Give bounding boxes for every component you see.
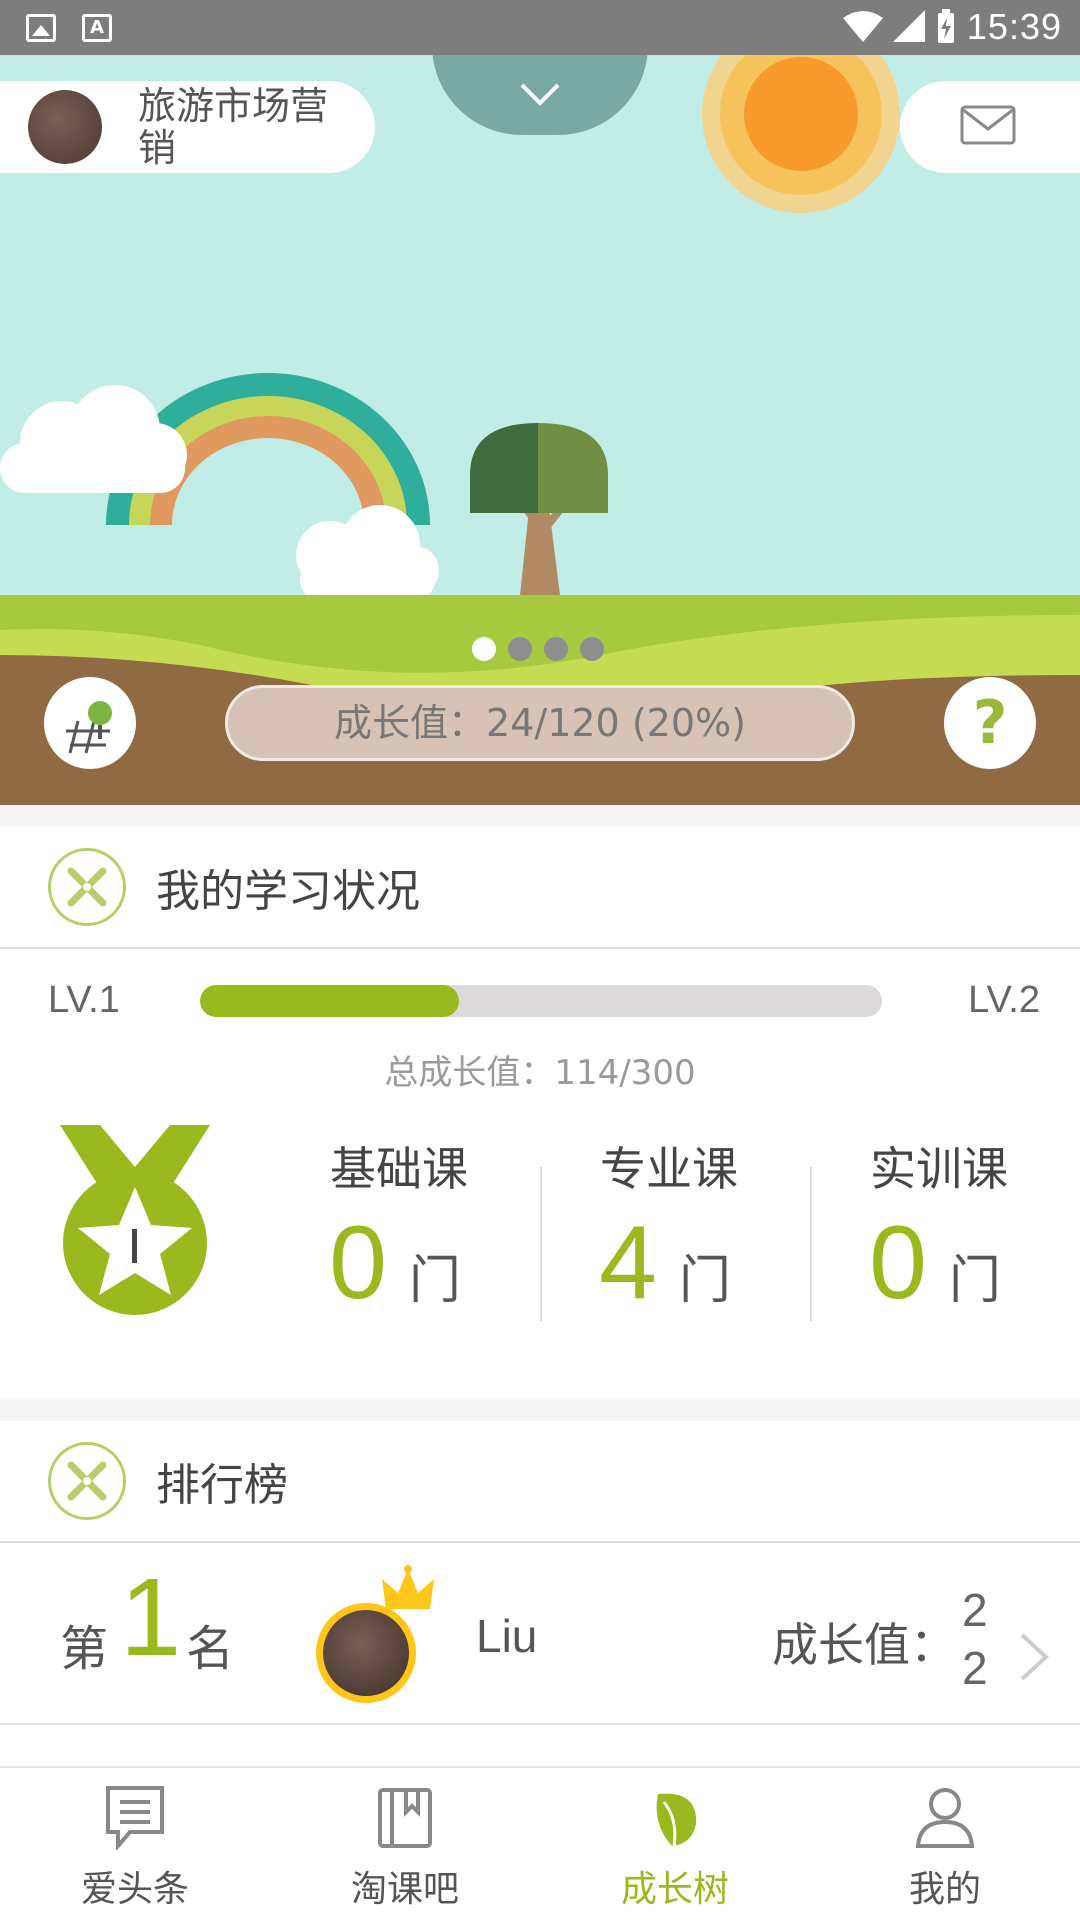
current-level: LV.1 (48, 979, 120, 1021)
person-icon (915, 1788, 975, 1848)
learning-status-card: 我的学习状况 LV.1 LV.2 总成长值：114/300 基础课 0门 专业课… (0, 827, 1080, 1399)
ranker-name: Liu (476, 1610, 538, 1662)
battery-icon (937, 9, 954, 43)
rank-suffix: 名 (186, 1621, 235, 1677)
user-avatar[interactable] (28, 90, 102, 164)
course-type-label: 基础课 (330, 1142, 468, 1196)
user-profile-pill[interactable]: 旅游市场营销 (0, 81, 375, 173)
level-progress-fill (200, 985, 460, 1017)
book-icon (378, 1788, 432, 1848)
section-title: 我的学习状况 (156, 866, 420, 917)
growth-tree-scene: 旅游市场营销 成长值：24/120 (20%) ? (0, 55, 1080, 805)
course-unit: 门 (948, 1251, 1001, 1311)
tab-news[interactable]: 爱头条 (0, 1768, 270, 1920)
section-header: 我的学习状况 (0, 827, 1080, 949)
course-name: 旅游市场营销 (138, 85, 329, 169)
score-value: 22 (962, 1584, 988, 1694)
course-stat-training[interactable]: 实训课 0门 (810, 1133, 1080, 1321)
chevron-right-icon (1020, 1633, 1049, 1681)
level-progress-bar (200, 985, 882, 1017)
crown-icon (382, 1565, 434, 1609)
tab-label: 爱头条 (80, 1869, 189, 1910)
clock: 15:39 (966, 6, 1062, 47)
carousel-dot[interactable] (472, 637, 496, 661)
ranker-avatar (316, 1603, 416, 1703)
total-growth: 总成长值：114/300 (384, 1053, 696, 1093)
tab-label: 我的 (908, 1869, 981, 1910)
status-bar: A 15:39 (0, 0, 1080, 55)
font-notification-icon: A (82, 14, 112, 42)
carousel-dot[interactable] (508, 637, 532, 661)
mail-icon (960, 105, 1016, 145)
tab-profile[interactable]: 我的 (810, 1768, 1080, 1920)
course-stat-basic[interactable]: 基础课 0门 (270, 1133, 540, 1315)
chevron-down-icon (520, 83, 560, 106)
rank-number: 1 (120, 1556, 182, 1679)
news-icon (106, 1786, 164, 1850)
course-type-label: 专业课 (600, 1142, 738, 1196)
tab-courses[interactable]: 淘课吧 (270, 1768, 540, 1920)
signal-icon (892, 10, 925, 42)
section-header: 排行榜 (0, 1421, 1080, 1543)
course-unit: 门 (678, 1251, 731, 1311)
help-button[interactable]: ? (944, 677, 1036, 769)
carousel-dot[interactable] (544, 637, 568, 661)
tree-map-button[interactable] (44, 677, 136, 769)
tab-label: 成长树 (620, 1869, 729, 1910)
image-notification-icon (26, 14, 56, 42)
ranking-card: 排行榜 第 1 名 Liu 成长值： 22 (0, 1421, 1080, 1767)
course-count: 0 (869, 1205, 927, 1321)
tab-label: 淘课吧 (350, 1869, 459, 1910)
carousel-dot[interactable] (580, 637, 604, 661)
leaf-icon (656, 1793, 697, 1847)
rank-prefix: 第 (60, 1621, 109, 1677)
course-unit: 门 (408, 1251, 461, 1311)
crossed-tools-icon (48, 848, 126, 926)
course-stats: 基础课 0门 专业课 4门 实训课 0门 (270, 1133, 1080, 1321)
course-count: 0 (329, 1205, 387, 1321)
next-level: LV.2 (968, 979, 1040, 1021)
bottom-tab-bar: 爱头条 淘课吧 成长树 我的 (0, 1766, 1080, 1920)
course-stat-professional[interactable]: 专业课 4门 (540, 1133, 810, 1321)
score-label: 成长值： (772, 1618, 956, 1672)
carousel-indicator (472, 637, 604, 661)
messages-button[interactable] (900, 81, 1080, 173)
tab-growth-tree[interactable]: 成长树 (540, 1768, 810, 1920)
section-title: 排行榜 (156, 1460, 288, 1511)
tree-map-icon (66, 701, 112, 754)
course-type-label: 实训课 (870, 1142, 1008, 1196)
wifi-icon (842, 11, 883, 42)
growth-value-bar: 成长值：24/120 (20%) (225, 685, 855, 761)
course-count: 4 (599, 1205, 657, 1321)
crossed-tools-icon (48, 1442, 126, 1520)
ranking-row[interactable]: 第 1 名 Liu 成长值： 22 (0, 1545, 1080, 1725)
medal-icon (60, 1125, 210, 1315)
